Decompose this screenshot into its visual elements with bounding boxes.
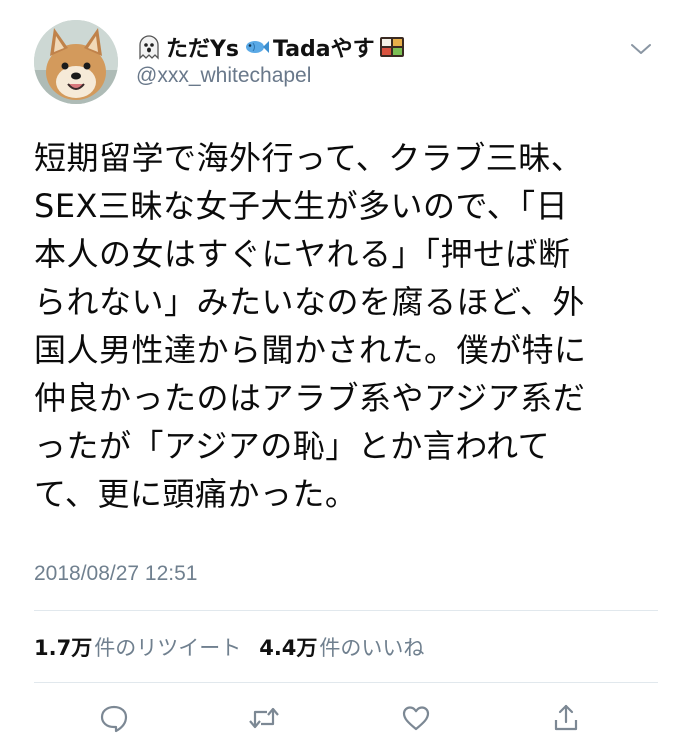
tweet-timestamp[interactable]: 2018/08/27 12:51: [34, 562, 198, 586]
ghost-icon: [136, 34, 162, 60]
tweet-body: 短期留学で海外行って、クラブ三昧、 SEX三昧な女子大生が多いので、「日 本人の…: [34, 134, 654, 518]
avatar[interactable]: [34, 20, 118, 104]
engagement-stats: 1.7万件のリツイート 4.4万件のいいね: [34, 632, 424, 662]
tweet-text-line: 仲良かったのはアラブ系やアジア系だ: [34, 379, 586, 417]
like-stat[interactable]: 4.4万件のいいね: [259, 632, 424, 662]
tweet-text-line: 本人の女はすぐにヤれる」「押せば断: [34, 235, 571, 273]
retweet-button[interactable]: [244, 698, 284, 738]
user-handle[interactable]: @xxx_whitechapel: [136, 64, 311, 88]
action-bar: [0, 698, 680, 742]
like-label: 件のいいね: [319, 636, 425, 660]
tweet-text-line: て、更に頭痛かった。: [34, 475, 358, 513]
display-name-part1: ただYs: [166, 37, 240, 62]
reply-icon: [100, 705, 128, 733]
tweet-text-line: SEX三昧な女子大生が多いので、「日: [34, 187, 569, 225]
display-name[interactable]: ただYs Tadaやす: [136, 30, 405, 64]
divider: [34, 682, 658, 683]
tweet-text-line: ったが「アジアの恥」とか言われて: [34, 427, 551, 465]
chevron-down-icon[interactable]: [628, 40, 654, 58]
shiba-dog-avatar-image: [34, 20, 118, 104]
share-icon: [554, 704, 578, 731]
share-button[interactable]: [546, 698, 586, 738]
tweet-text-line: られない」みたいなのを腐るほど、外: [34, 283, 585, 321]
tweet-text-line: 国人男性達から聞かされた。僕が特に: [34, 331, 587, 369]
retweet-count: 1.7万: [34, 636, 93, 660]
bento-icon: [379, 34, 405, 60]
like-button[interactable]: [396, 698, 436, 738]
divider: [34, 610, 658, 611]
reply-button[interactable]: [94, 698, 134, 738]
fish-icon: [243, 34, 270, 60]
tweet-text-line: 短期留学で海外行って、クラブ三昧、: [34, 139, 584, 177]
like-count: 4.4万: [259, 636, 318, 660]
retweet-label: 件のリツイート: [94, 636, 242, 660]
retweet-stat[interactable]: 1.7万件のリツイート: [34, 632, 241, 662]
like-icon: [402, 706, 430, 731]
tweet-header: ただYs Tadaやす @xxx_whitechapel: [0, 0, 680, 120]
display-name-part2: Tadaやす: [273, 37, 375, 62]
retweet-icon: [249, 707, 279, 729]
